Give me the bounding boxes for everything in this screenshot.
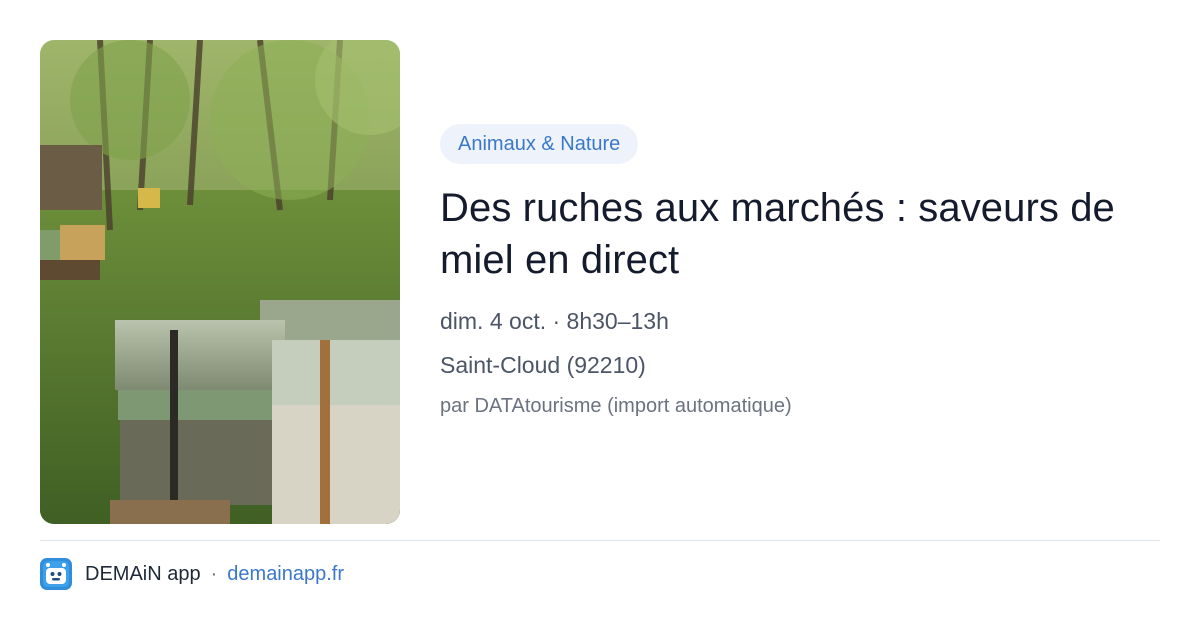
app-url-link[interactable]: demainapp.fr	[227, 563, 344, 586]
category-badge[interactable]: Animaux & Nature	[440, 124, 639, 164]
event-title: Des ruches aux marchés : saveurs de miel…	[440, 186, 1115, 282]
event-location: Saint-Cloud (92210)	[440, 352, 646, 378]
event-datetime: dim. 4 oct. · 8h30–13h	[440, 308, 669, 334]
footer-divider	[40, 540, 1160, 541]
app-name: DEMAiN app	[85, 562, 201, 585]
footer-separator: ·	[210, 562, 218, 585]
footer: DEMAiN app · demainapp.fr	[40, 558, 344, 590]
event-photo-beehives	[40, 40, 400, 524]
event-details: Animaux & Nature Des ruches aux marchés …	[440, 124, 1160, 420]
demain-logo-icon	[40, 558, 72, 590]
event-source: par DATAtourisme (import automatique)	[440, 395, 792, 417]
